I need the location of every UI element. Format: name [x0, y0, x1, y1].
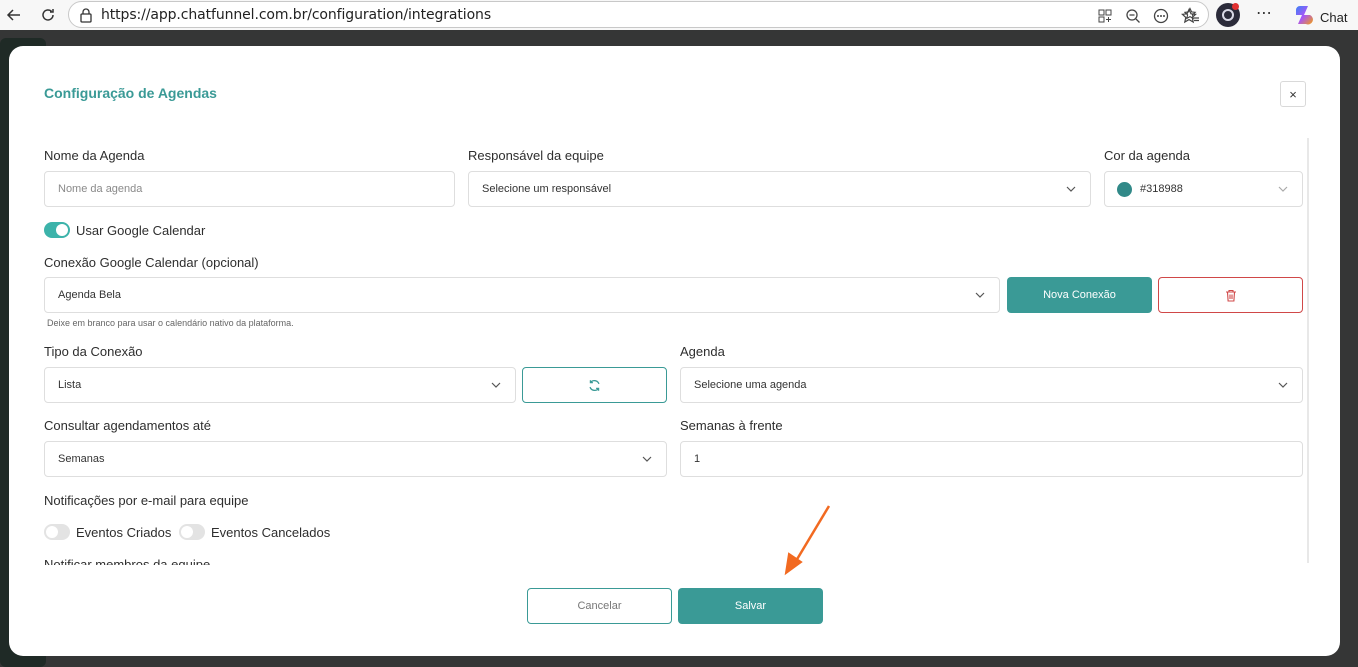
chat-label: Chat [1320, 10, 1348, 25]
consultar-value: Semanas [58, 453, 105, 465]
chevron-down-icon [1066, 186, 1076, 192]
eventos-cancelados-label: Eventos Cancelados [211, 525, 331, 540]
chevron-down-icon [642, 456, 652, 462]
back-icon[interactable] [3, 4, 25, 26]
modal-scrollbar[interactable] [1307, 138, 1309, 563]
modal-title: Configuração de Agendas [44, 85, 217, 101]
zoom-out-icon[interactable] [1122, 5, 1144, 27]
reload-icon[interactable] [37, 4, 59, 26]
refresh-button[interactable] [522, 367, 667, 403]
responsavel-value: Selecione um responsável [482, 183, 612, 195]
conexao-value: Agenda Bela [58, 289, 121, 301]
notificar-membros-label: Notificar membros da equipe [44, 557, 210, 565]
nova-conexao-button[interactable]: Nova Conexão [1007, 277, 1152, 313]
close-button[interactable]: × [1280, 81, 1306, 107]
notificar-membros-text: Notificar membros da equipe [44, 557, 211, 565]
semanas-input[interactable]: 1 [680, 441, 1303, 477]
cor-value: #318988 [1140, 183, 1183, 195]
google-calendar-toggle[interactable] [44, 222, 70, 238]
chevron-down-icon [491, 382, 501, 388]
refresh-icon [589, 379, 600, 391]
delete-connection-button[interactable] [1158, 277, 1303, 313]
nome-label: Nome da Agenda [44, 148, 145, 163]
agenda-label: Agenda [680, 344, 725, 359]
agenda-value: Selecione uma agenda [694, 379, 807, 391]
trash-icon [1225, 289, 1236, 302]
favorites-list-icon[interactable] [1181, 4, 1203, 26]
semanas-label: Semanas à frente [680, 418, 783, 433]
conexao-label: Conexão Google Calendar (opcional) [44, 255, 259, 270]
agenda-select[interactable]: Selecione uma agenda [680, 367, 1303, 403]
semanas-value: 1 [694, 453, 701, 465]
lock-icon [79, 7, 93, 28]
responsavel-select[interactable]: Selecione um responsável [468, 171, 1091, 207]
copilot-chat-button[interactable]: Chat [1292, 4, 1347, 31]
cor-select[interactable]: #318988 [1104, 171, 1303, 207]
eventos-cancelados-toggle[interactable] [179, 524, 205, 540]
notificacoes-label: Notificações por e-mail para equipe [44, 493, 249, 508]
eventos-criados-label: Eventos Criados [76, 525, 172, 540]
save-button[interactable]: Salvar [678, 588, 823, 624]
chevron-down-icon [975, 292, 985, 298]
conexao-hint: Deixe em branco para usar o calendário n… [47, 318, 294, 328]
tipo-label: Tipo da Conexão [44, 344, 143, 359]
url-text: https://app.chatfunnel.com.br/configurat… [101, 6, 492, 23]
chevron-down-icon [1278, 382, 1288, 388]
copilot-icon [1292, 4, 1314, 31]
chevron-down-icon [1278, 186, 1288, 192]
emoji-icon[interactable] [1150, 5, 1172, 27]
more-options-icon[interactable]: ⋯ [1256, 3, 1272, 23]
agenda-config-modal: Configuração de Agendas × Nome da Agenda… [9, 46, 1340, 656]
address-bar[interactable]: https://app.chatfunnel.com.br/configurat… [68, 1, 1209, 28]
google-calendar-label: Usar Google Calendar [76, 223, 206, 238]
color-swatch [1117, 182, 1132, 197]
close-icon: × [1289, 86, 1297, 102]
browser-toolbar: https://app.chatfunnel.com.br/configurat… [0, 0, 1358, 30]
cancel-button[interactable]: Cancelar [527, 588, 672, 624]
tipo-value: Lista [58, 379, 82, 391]
tipo-select[interactable]: Lista [44, 367, 516, 403]
profile-avatar[interactable] [1216, 3, 1240, 27]
nome-placeholder: Nome da agenda [58, 183, 143, 195]
app-grid-icon[interactable] [1094, 5, 1116, 27]
responsavel-label: Responsável da equipe [468, 148, 604, 163]
conexao-select[interactable]: Agenda Bela [44, 277, 1000, 313]
consultar-label: Consultar agendamentos até [44, 418, 211, 433]
consultar-select[interactable]: Semanas [44, 441, 667, 477]
nome-input[interactable]: Nome da agenda [44, 171, 455, 207]
eventos-criados-toggle[interactable] [44, 524, 70, 540]
cor-label: Cor da agenda [1104, 148, 1191, 163]
